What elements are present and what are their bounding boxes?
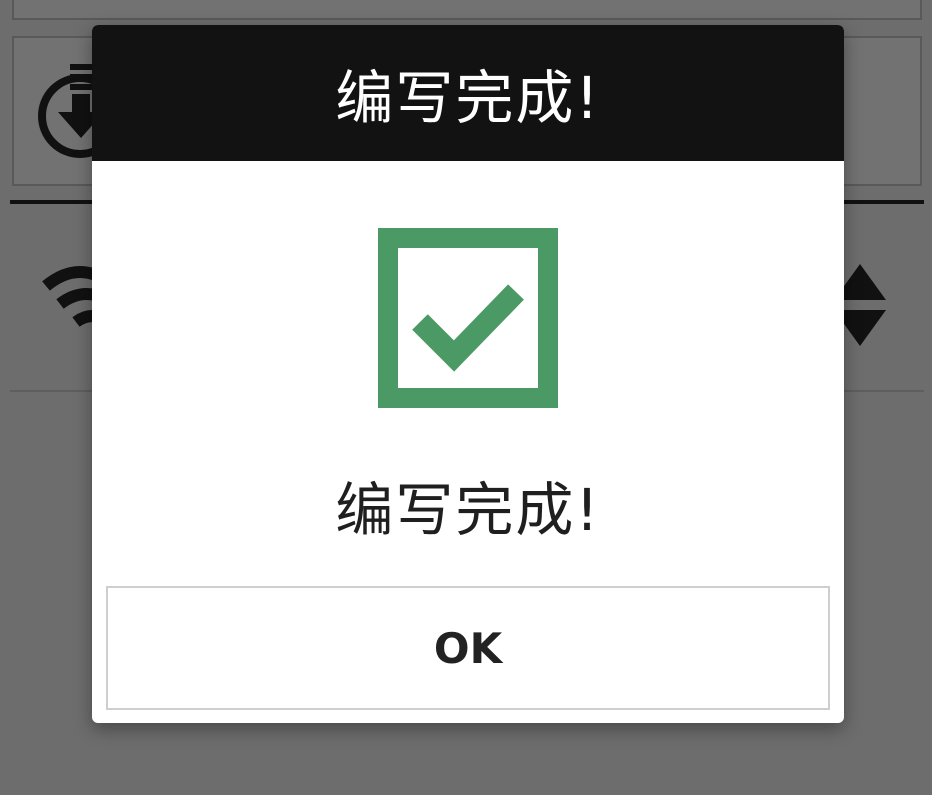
background-top-strip [12, 0, 922, 20]
dialog-message: 编写完成! [335, 476, 601, 544]
completion-dialog: 编写完成! 编写完成! OK [92, 25, 844, 723]
check-box-icon [378, 228, 558, 408]
ok-button[interactable]: OK [106, 586, 830, 710]
dialog-title: 编写完成! [92, 25, 844, 161]
